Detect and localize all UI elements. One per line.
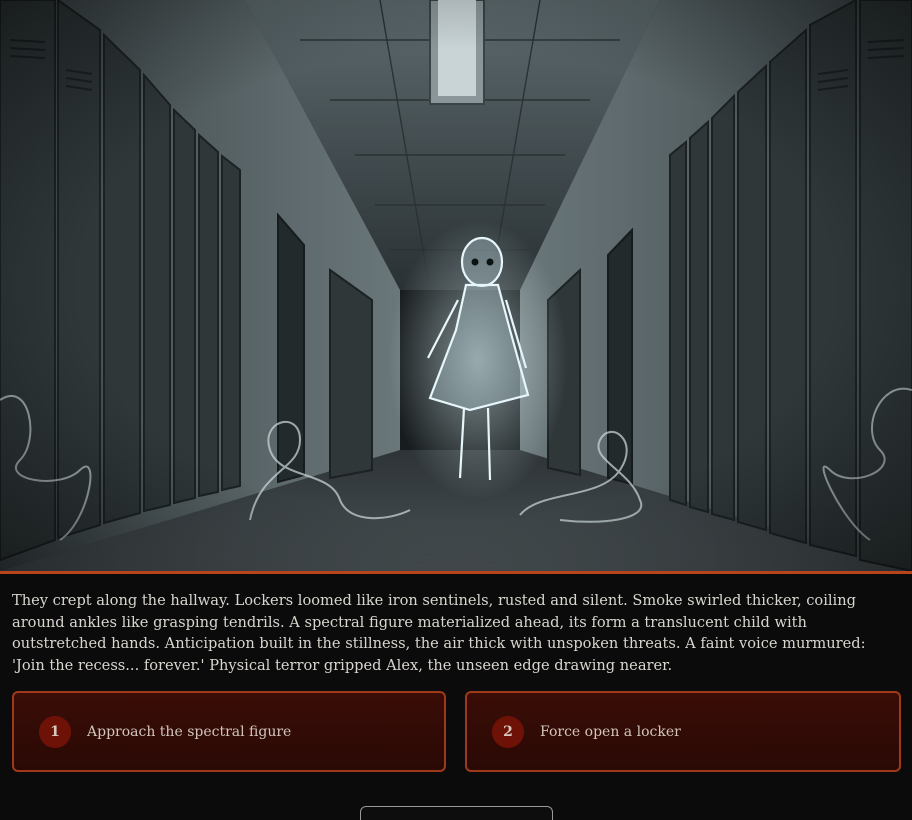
bottom-panel-tab[interactable] — [360, 806, 553, 820]
scene-divider — [0, 571, 912, 574]
hallway-scene-svg — [0, 0, 912, 571]
choice-button-force-locker[interactable]: 2 Force open a locker — [465, 691, 901, 772]
choice-label: Force open a locker — [540, 723, 681, 740]
choice-label: Approach the spectral figure — [87, 723, 292, 740]
choice-number-badge: 1 — [39, 715, 71, 748]
choice-button-approach[interactable]: 1 Approach the spectral figure — [12, 691, 446, 772]
choice-number-badge: 2 — [492, 715, 524, 748]
scene-illustration — [0, 0, 912, 571]
story-text: They crept along the hallway. Lockers lo… — [12, 592, 866, 674]
